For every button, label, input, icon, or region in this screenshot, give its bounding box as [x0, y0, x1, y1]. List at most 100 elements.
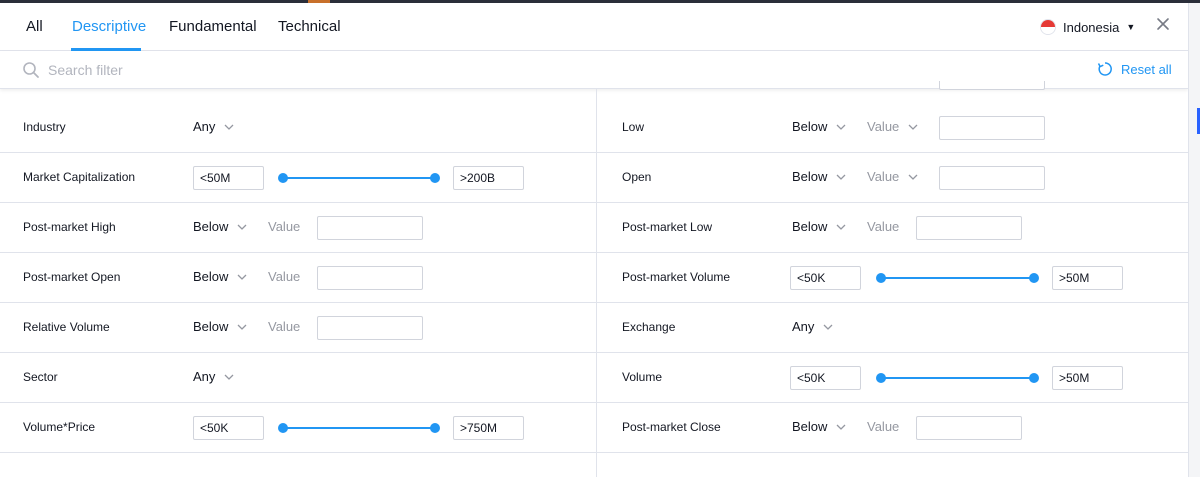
filter-row-post-market-open: Post-market Open Below Value [0, 253, 596, 303]
operator-select[interactable]: Below [193, 269, 247, 284]
filter-row-open: Open Below Value [597, 153, 1188, 203]
value-label: Value [867, 419, 900, 434]
range-max-input[interactable]: >50M [1052, 366, 1123, 390]
range-max-input[interactable]: >750M [453, 416, 524, 440]
range-slider[interactable] [876, 273, 1039, 283]
filter-label: Post-market Open [23, 270, 121, 284]
select-value: Any [193, 369, 216, 384]
filter-label: Industry [23, 120, 66, 134]
range-min-input[interactable]: <50K [790, 366, 861, 390]
filter-row-post-market-close: Post-market Close Below Value [597, 403, 1188, 453]
operator-select[interactable]: Below [792, 119, 846, 134]
range-max-input[interactable]: >200B [453, 166, 524, 190]
value-type-select[interactable]: Value [867, 119, 918, 134]
filter-row-relative-volume: Relative Volume Below Value [0, 303, 596, 353]
reset-all-button[interactable]: Reset all [1097, 61, 1172, 77]
value-type-select[interactable]: Value [867, 169, 918, 184]
value-label: Value [268, 319, 301, 334]
chevron-down-icon [836, 224, 846, 230]
filter-label: Volume [622, 370, 663, 384]
filter-tabs-header: All Descriptive Fundamental Technical In… [0, 3, 1188, 51]
filter-label: Post-market Low [622, 220, 713, 234]
exchange-select[interactable]: Any [792, 319, 833, 334]
range-min-input[interactable]: <50K [193, 416, 264, 440]
tab-descriptive[interactable]: Descriptive [72, 18, 146, 35]
operator-select[interactable]: Below [193, 319, 247, 334]
operator-select[interactable]: Below [792, 169, 846, 184]
chevron-down-icon [237, 274, 247, 280]
value-input[interactable] [317, 316, 423, 340]
range-max-input[interactable]: >50M [1052, 266, 1123, 290]
filter-row-market-cap: Market Capitalization <50M >200B [0, 153, 596, 203]
range-min-input[interactable]: <50K [790, 266, 861, 290]
slider-handle-min[interactable] [278, 173, 288, 183]
background-scrollbar[interactable] [1188, 3, 1200, 477]
filter-row-post-market-volume: Post-market Volume <50K >50M [597, 253, 1188, 303]
range-slider[interactable] [278, 173, 440, 183]
filter-row-low: Low Below Value [597, 103, 1188, 153]
filter-label: Market Capitalization [23, 170, 136, 184]
chevron-down-icon [237, 324, 247, 330]
slider-handle-max[interactable] [1029, 373, 1039, 383]
tab-technical[interactable]: Technical [278, 18, 341, 35]
select-value: Any [792, 319, 815, 334]
slider-handle-max[interactable] [430, 423, 440, 433]
filter-label: Volume*Price [23, 420, 96, 434]
filter-label: Exchange [622, 320, 676, 334]
operator-value: Below [792, 169, 828, 184]
country-label: Indonesia [1063, 19, 1120, 35]
range-min-input[interactable]: <50M [193, 166, 264, 190]
search-input[interactable] [48, 59, 448, 81]
value-input[interactable] [939, 166, 1045, 190]
filter-row-exchange: Exchange Any [597, 303, 1188, 353]
operator-value: Below [792, 219, 828, 234]
slider-handle-min[interactable] [278, 423, 288, 433]
operator-value: Below [193, 269, 229, 284]
value-label: Value [268, 269, 301, 284]
operator-value: Below [792, 419, 828, 434]
close-icon[interactable] [1155, 16, 1171, 32]
partially-visible-next-row [0, 468, 1188, 477]
country-selector[interactable]: Indonesia ▼ [1040, 17, 1135, 37]
chevron-down-icon [836, 124, 846, 130]
filter-label: Open [622, 170, 652, 184]
value-input[interactable] [939, 116, 1045, 140]
tab-fundamental[interactable]: Fundamental [169, 18, 257, 35]
chevron-down-icon [237, 224, 247, 230]
chevron-down-icon [224, 374, 234, 380]
partial-value-input[interactable] [939, 81, 1045, 90]
chevron-down-icon [224, 124, 234, 130]
value-input[interactable] [916, 416, 1022, 440]
value-label: Value [867, 219, 900, 234]
value-input[interactable] [317, 266, 423, 290]
operator-select[interactable]: Below [792, 419, 846, 434]
filter-label: Post-market Close [622, 420, 721, 434]
reset-icon [1097, 62, 1112, 76]
search-icon [23, 62, 39, 78]
filter-row-volume: Volume <50K >50M [597, 353, 1188, 403]
chevron-down-icon [823, 324, 833, 330]
chevron-down-icon [908, 174, 918, 180]
industry-select[interactable]: Any [193, 119, 234, 134]
indonesia-flag-icon [1040, 19, 1056, 35]
range-slider[interactable] [278, 423, 440, 433]
operator-select[interactable]: Below [193, 219, 247, 234]
value-input[interactable] [317, 216, 423, 240]
chevron-down-icon [836, 424, 846, 430]
filter-panel: All Descriptive Fundamental Technical In… [0, 3, 1188, 477]
value-input[interactable] [916, 216, 1022, 240]
value-label: Value [268, 219, 301, 234]
slider-handle-max[interactable] [430, 173, 440, 183]
tab-all[interactable]: All [26, 18, 43, 35]
slider-handle-min[interactable] [876, 273, 886, 283]
select-value: Any [193, 119, 216, 134]
operator-select[interactable]: Below [792, 219, 846, 234]
range-slider[interactable] [876, 373, 1039, 383]
reset-all-label: Reset all [1121, 61, 1172, 77]
sector-select[interactable]: Any [193, 369, 234, 384]
slider-handle-min[interactable] [876, 373, 886, 383]
chevron-down-icon [908, 124, 918, 130]
filter-label: Relative Volume [23, 320, 110, 334]
filter-row-post-market-low: Post-market Low Below Value [597, 203, 1188, 253]
slider-handle-max[interactable] [1029, 273, 1039, 283]
